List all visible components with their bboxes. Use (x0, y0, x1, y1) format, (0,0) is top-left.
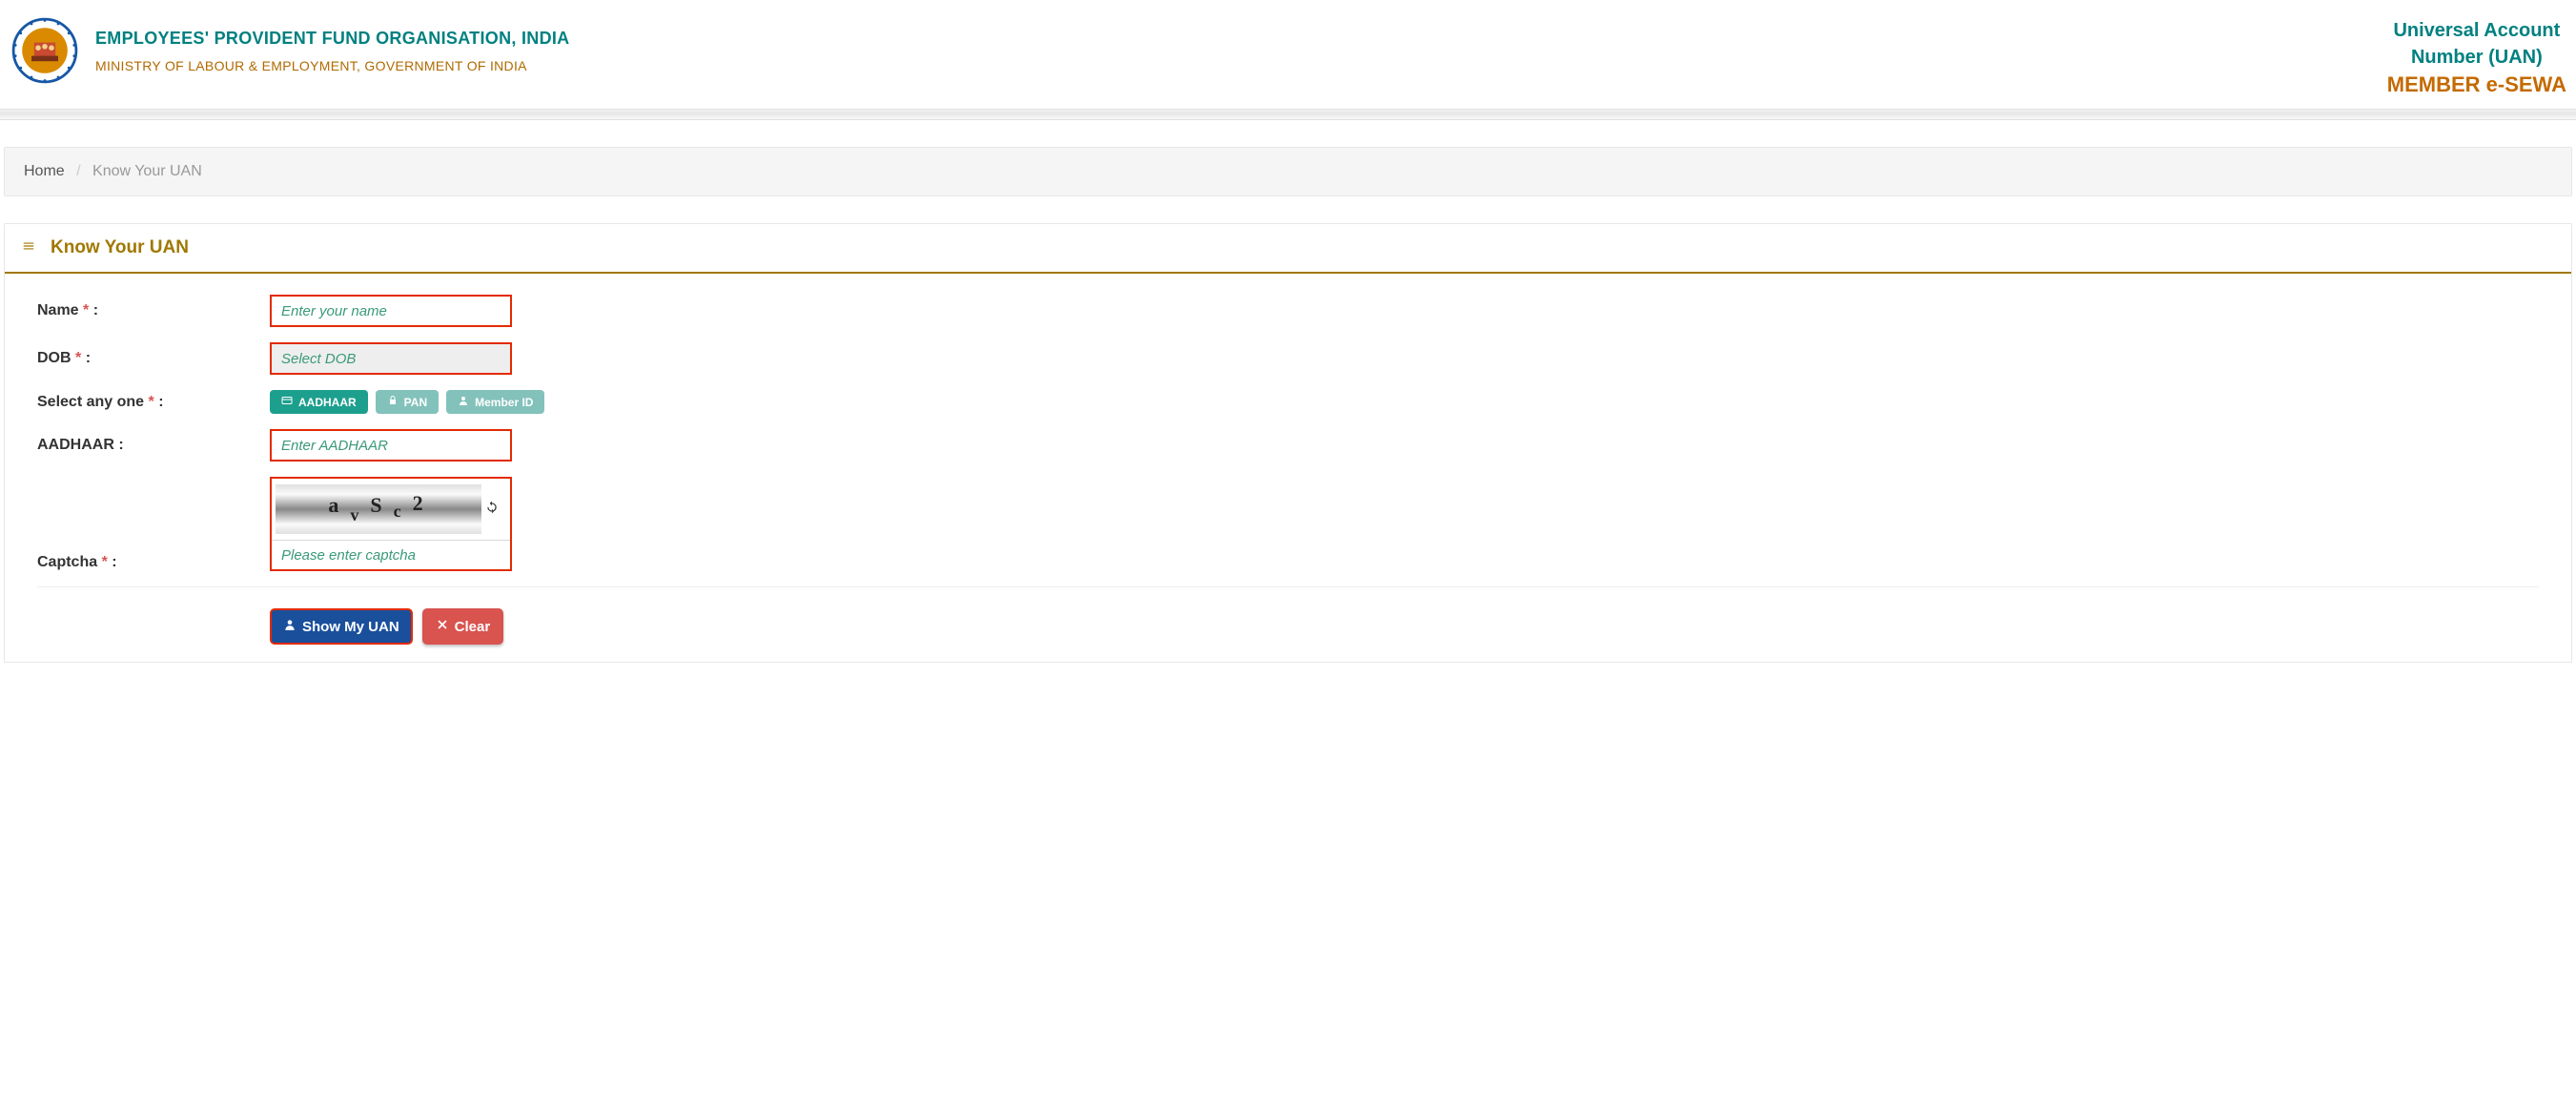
tab-aadhaar[interactable]: AADHAAR (270, 390, 368, 414)
captcha-box: avSc2 (270, 477, 512, 571)
breadcrumb: Home / Know Your UAN (4, 147, 2572, 196)
breadcrumb-current: Know Your UAN (92, 163, 202, 179)
label-dob: DOB * : (37, 350, 270, 367)
row-captcha: Captcha * : avSc2 (37, 477, 2539, 571)
form-body: Name * : DOB * : Select any one * (5, 274, 2571, 662)
epfo-logo (11, 17, 78, 84)
menu-icon[interactable] (22, 239, 35, 257)
label-captcha: Captcha * : (37, 554, 270, 571)
header-separator (0, 109, 2576, 120)
panel-header: Know Your UAN (5, 224, 2571, 274)
org-title: EMPLOYEES' PROVIDENT FUND ORGANISATION, … (95, 29, 569, 49)
user-icon (458, 395, 469, 409)
esewa-title: MEMBER e-SEWA (2387, 72, 2566, 97)
uan-title-line2: Number (UAN) (2387, 44, 2566, 71)
clear-button[interactable]: Clear (422, 608, 504, 645)
show-my-uan-button[interactable]: Show My UAN (270, 608, 413, 645)
header-right: Universal Account Number (UAN) MEMBER e-… (2387, 17, 2572, 97)
row-select-any: Select any one * : AADHAAR PAN (37, 390, 2539, 414)
label-aadhaar: AADHAAR : (37, 437, 270, 454)
know-your-uan-panel: Know Your UAN Name * : DOB * : (4, 223, 2572, 663)
tab-pan[interactable]: PAN (376, 390, 439, 414)
form-divider (37, 586, 2539, 587)
dob-input[interactable] (270, 342, 512, 375)
header-left: EMPLOYEES' PROVIDENT FUND ORGANISATION, … (11, 17, 569, 84)
action-row: Show My UAN Clear (270, 608, 2539, 645)
id-type-group: AADHAAR PAN Member ID (270, 390, 544, 414)
user-icon (283, 618, 296, 635)
card-icon (281, 395, 293, 409)
breadcrumb-separator: / (76, 163, 80, 179)
org-subtitle: MINISTRY OF LABOUR & EMPLOYMENT, GOVERNM… (95, 58, 569, 73)
name-input[interactable] (270, 295, 512, 327)
tab-member-id[interactable]: Member ID (446, 390, 544, 414)
org-text-block: EMPLOYEES' PROVIDENT FUND ORGANISATION, … (95, 29, 569, 73)
captcha-image: avSc2 (276, 484, 481, 534)
label-name: Name * : (37, 302, 270, 319)
breadcrumb-home[interactable]: Home (24, 163, 65, 179)
panel-title: Know Your UAN (51, 237, 189, 258)
captcha-image-row: avSc2 (272, 479, 510, 541)
close-icon (436, 618, 449, 635)
row-name: Name * : (37, 295, 2539, 327)
refresh-icon[interactable] (481, 497, 502, 523)
lock-icon (387, 395, 399, 409)
label-select-any: Select any one * : (37, 394, 270, 411)
captcha-input[interactable] (272, 541, 510, 569)
row-aadhaar: AADHAAR : (37, 429, 2539, 462)
row-dob: DOB * : (37, 342, 2539, 375)
page-header: EMPLOYEES' PROVIDENT FUND ORGANISATION, … (0, 0, 2576, 109)
uan-title-line1: Universal Account (2387, 17, 2566, 44)
aadhaar-input[interactable] (270, 429, 512, 462)
